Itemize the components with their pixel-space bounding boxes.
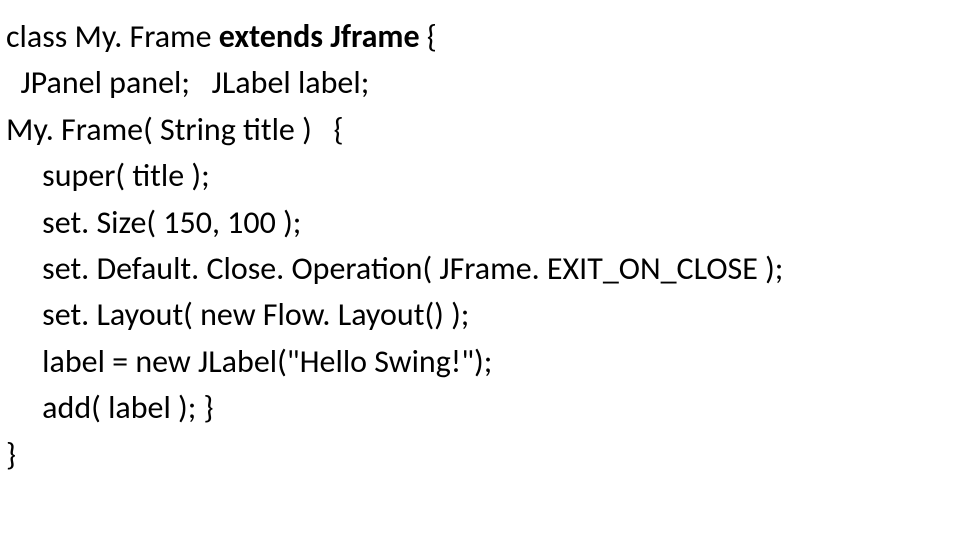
- code-text: My. Frame( String title ) {: [6, 110, 344, 149]
- code-text: set. Size( 150, 100 );: [6, 203, 301, 242]
- code-line-9: add( label ); }: [6, 385, 960, 431]
- code-text: class My. Frame: [6, 17, 212, 56]
- code-text: set. Default. Close. Operation( JFrame. …: [6, 249, 783, 288]
- code-text: super( title );: [6, 156, 210, 195]
- code-line-2: JPanel panel; JLabel label;: [6, 60, 960, 106]
- code-line-4: super( title );: [6, 153, 960, 199]
- code-text: add( label ); }: [6, 388, 214, 427]
- code-line-8: label = new JLabel("Hello Swing!");: [6, 339, 960, 385]
- code-line-5: set. Size( 150, 100 );: [6, 200, 960, 246]
- code-text: {: [427, 17, 437, 56]
- code-text: label = new JLabel("Hello Swing!");: [6, 342, 492, 381]
- code-line-1: class My. Frame extends Jframe {: [6, 14, 960, 60]
- code-line-3: My. Frame( String title ) {: [6, 107, 960, 153]
- code-text: }: [6, 435, 16, 474]
- code-text: set. Layout( new Flow. Layout() );: [6, 295, 469, 334]
- code-bold-text: extends Jframe: [212, 17, 427, 56]
- code-line-10: }: [6, 432, 960, 478]
- code-text: JPanel panel; JLabel label;: [6, 63, 369, 102]
- code-line-6: set. Default. Close. Operation( JFrame. …: [6, 246, 960, 292]
- code-line-7: set. Layout( new Flow. Layout() );: [6, 292, 960, 338]
